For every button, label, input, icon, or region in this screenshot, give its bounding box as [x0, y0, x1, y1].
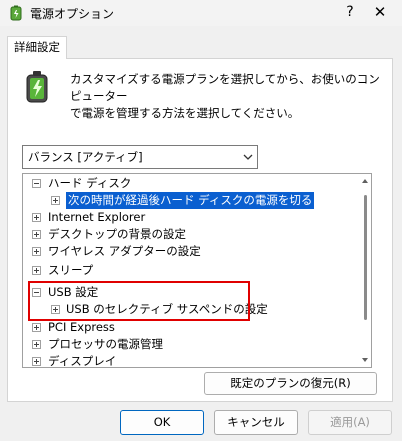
chevron-down-icon	[243, 154, 253, 160]
expand-icon[interactable]	[32, 357, 41, 366]
expand-icon[interactable]	[32, 213, 41, 222]
collapse-icon[interactable]	[32, 179, 41, 188]
power-plan-select[interactable]: バランス [アクティブ]	[22, 145, 258, 169]
scroll-up-arrow-icon[interactable]	[361, 177, 369, 185]
description-line-2: で電源を管理する方法を選択してください。	[70, 106, 300, 120]
power-plan-selected-value: バランス [アクティブ]	[28, 150, 143, 164]
description-line-1: カスタマイズする電源プランを選択してから、お使いのコンピューター	[70, 72, 380, 103]
collapse-icon[interactable]	[32, 288, 41, 297]
tree-item-label: ワイヤレス アダプターの設定	[48, 244, 201, 258]
tree-item-label: ハード ディスク	[48, 176, 132, 190]
expand-icon[interactable]	[32, 230, 41, 239]
expand-icon[interactable]	[32, 323, 41, 332]
tree-item-label: 次の時間が経過後ハード ディスクの電源を切る	[66, 192, 315, 209]
description-text: カスタマイズする電源プランを選択してから、お使いのコンピューター で電源を管理す…	[70, 71, 390, 122]
expand-icon[interactable]	[51, 305, 60, 314]
help-button[interactable]: ?	[340, 2, 360, 22]
window-title: 電源オプション	[30, 7, 115, 21]
title-bar: 電源オプション ? ✕	[0, 0, 402, 26]
expand-icon[interactable]	[32, 340, 41, 349]
battery-power-icon	[26, 71, 48, 103]
scroll-down-arrow-icon[interactable]	[361, 356, 369, 364]
tree-item-label: スリープ	[48, 263, 94, 277]
tree-item-label: USB 設定	[48, 285, 99, 299]
tree-item-label: ディスプレイ	[48, 354, 117, 368]
power-options-icon	[10, 5, 22, 21]
expand-icon[interactable]	[32, 266, 41, 275]
tree-item-label: PCI Express	[48, 320, 115, 334]
apply-button[interactable]: 適用(A)	[308, 410, 392, 435]
tree-item-label: プロセッサの電源管理	[48, 337, 163, 351]
tree-item-label: デスクトップの背景の設定	[48, 227, 186, 241]
tree-scrollbar[interactable]	[361, 175, 369, 366]
scroll-thumb[interactable]	[364, 195, 367, 320]
tree-item-label: Internet Explorer	[48, 210, 146, 224]
settings-tree[interactable]: ハード ディスク 次の時間が経過後ハード ディスクの電源を切る Internet…	[22, 173, 372, 368]
cancel-button[interactable]: キャンセル	[214, 410, 298, 435]
expand-icon[interactable]	[32, 247, 41, 256]
tab-advanced-settings[interactable]: 詳細設定	[7, 36, 67, 59]
close-button[interactable]: ✕	[368, 2, 392, 22]
ok-button[interactable]: OK	[120, 410, 204, 435]
restore-plan-defaults-button[interactable]: 既定のプランの復元(R)	[204, 372, 377, 395]
expand-icon[interactable]	[51, 196, 60, 205]
tree-item-label: USB のセレクティブ サスペンドの設定	[66, 302, 268, 316]
